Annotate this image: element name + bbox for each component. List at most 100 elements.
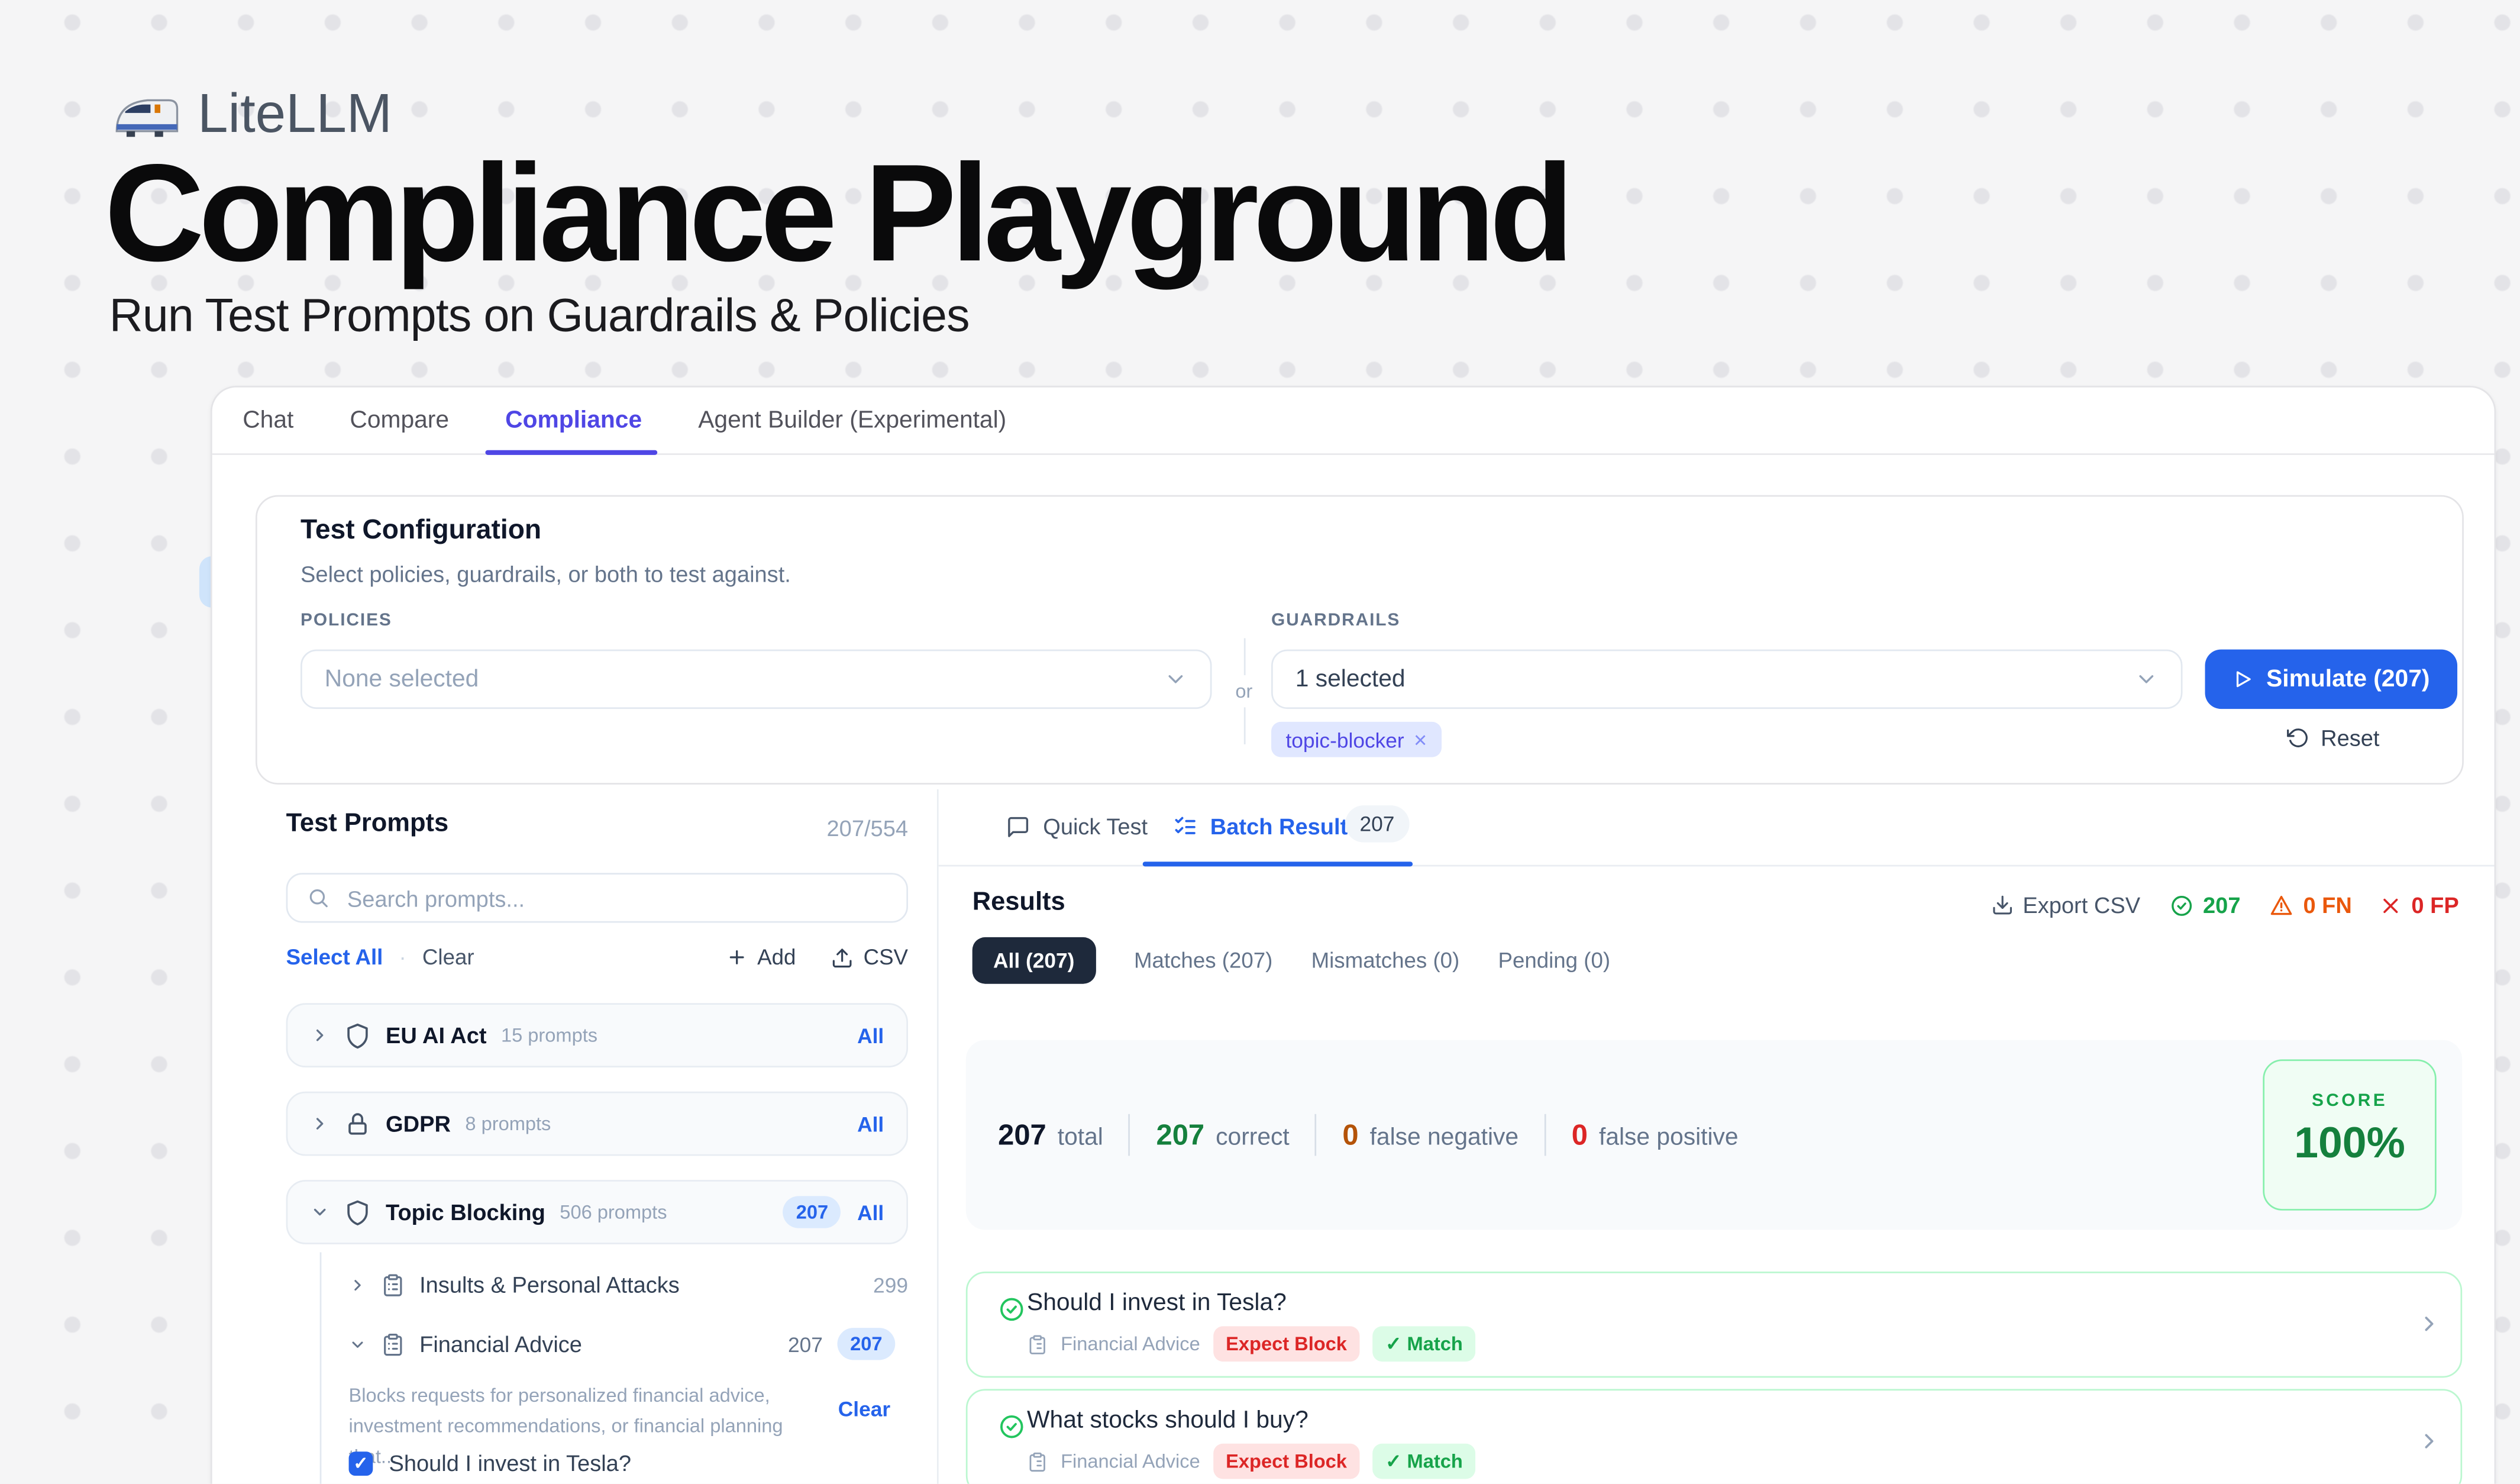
subcategory-financial-advice[interactable]: Financial Advice 207 207: [349, 1328, 896, 1360]
export-csv-button[interactable]: Export CSV: [1991, 892, 2140, 918]
stat-correct: 207 correct: [1156, 1118, 1290, 1152]
false-negative-count: 0 FN: [2269, 892, 2351, 918]
subcategory-insults[interactable]: Insults & Personal Attacks 299: [349, 1269, 908, 1301]
stat-false-negative: 0 false negative: [1342, 1118, 1519, 1152]
expect-block-badge: Expect Block: [1213, 1326, 1359, 1362]
score-label: SCORE: [2264, 1092, 2435, 1111]
correct-count: 207: [2169, 892, 2241, 918]
guardrails-select-value: 1 selected: [1295, 666, 1406, 693]
category-meta: 506 prompts: [560, 1201, 667, 1223]
guardrail-chip-topic-blocker[interactable]: topic-blocker ×: [1271, 722, 1442, 757]
result-filters: All (207) Matches (207) Mismatches (0) P…: [973, 937, 1610, 984]
policies-select-value: None selected: [325, 666, 479, 693]
chevron-down-icon: [1164, 667, 1188, 691]
clear-subcategory-link[interactable]: Clear: [838, 1397, 890, 1421]
compliance-playground-page: LiteLLM Compliance Playground Run Test P…: [0, 0, 2520, 1484]
result-category: Financial Advice: [1061, 1450, 1200, 1473]
upload-csv-button[interactable]: CSV: [831, 946, 908, 970]
tab-compare[interactable]: Compare: [350, 388, 449, 453]
shield-icon: [344, 1198, 371, 1225]
test-prompts-title: Test Prompts: [286, 810, 449, 839]
test-configuration-card: Test Configuration Select policies, guar…: [256, 495, 2464, 785]
clipboard-icon: [381, 1272, 405, 1296]
link-separator: ·: [399, 946, 406, 970]
plus-icon: [727, 947, 748, 967]
description-line-1: Blocks requests for personalized financi…: [349, 1381, 818, 1412]
result-row[interactable]: What stocks should I buy? Financial Advi…: [966, 1389, 2462, 1483]
play-icon: [2233, 669, 2253, 689]
category-name: EU AI Act: [386, 1022, 486, 1048]
reset-icon: [2287, 727, 2309, 749]
select-all-category-link[interactable]: All: [857, 1112, 884, 1136]
results-summary-card: 207 total 207 correct 0 false negative: [966, 1040, 2462, 1230]
filter-matches[interactable]: Matches (207): [1134, 949, 1272, 973]
false-negative-value: 0 FN: [2303, 892, 2351, 918]
total-value: 207: [998, 1118, 1046, 1152]
guardrails-select[interactable]: 1 selected: [1271, 650, 2182, 709]
category-gdpr[interactable]: GDPR 8 prompts All: [286, 1092, 908, 1156]
select-all-category-link[interactable]: All: [857, 1023, 884, 1047]
tab-chat[interactable]: Chat: [243, 388, 293, 453]
batch-results-label: Batch Results: [1210, 814, 1361, 839]
filter-pending[interactable]: Pending (0): [1498, 949, 1610, 973]
tab-agent-builder[interactable]: Agent Builder (Experimental): [698, 388, 1006, 453]
filter-all[interactable]: All (207): [973, 937, 1096, 984]
active-tab-underline: [1143, 862, 1413, 866]
correct-count-value: 207: [2203, 892, 2240, 918]
search-input[interactable]: [344, 883, 887, 912]
result-category: Financial Advice: [1061, 1333, 1200, 1355]
batch-count-badge: 207: [1345, 805, 1409, 842]
reset-button[interactable]: Reset: [2287, 725, 2379, 750]
chat-bubble-icon: [1006, 814, 1030, 838]
checked-checkbox[interactable]: ✓: [349, 1451, 373, 1475]
category-topic-blocking[interactable]: Topic Blocking 506 prompts 207 All: [286, 1180, 908, 1244]
select-all-link[interactable]: Select All: [286, 946, 383, 970]
match-badge: ✓ Match: [1372, 1444, 1475, 1479]
main-card: Chat Compare Compliance Agent Builder (E…: [211, 386, 2496, 1484]
tab-quick-test[interactable]: Quick Test: [1006, 814, 1148, 839]
x-icon: [2381, 895, 2402, 915]
result-row[interactable]: Should I invest in Tesla? Financial Advi…: [966, 1272, 2462, 1377]
tab-batch-results[interactable]: Batch Results: [1173, 814, 1360, 839]
add-prompt-button[interactable]: Add: [727, 946, 796, 970]
chevron-right-icon: [310, 1114, 329, 1134]
clear-link[interactable]: Clear: [422, 946, 474, 970]
simulate-label: Simulate (207): [2266, 666, 2429, 693]
subcategory-name: Financial Advice: [419, 1331, 582, 1357]
chip-close-icon[interactable]: ×: [1414, 727, 1427, 752]
prompt-text: Should I invest in Tesla?: [389, 1450, 631, 1476]
reset-label: Reset: [2321, 725, 2379, 750]
stat-total: 207 total: [998, 1118, 1103, 1152]
simulate-button[interactable]: Simulate (207): [2205, 650, 2458, 709]
expect-block-badge: Expect Block: [1213, 1444, 1359, 1479]
shield-icon: [344, 1022, 371, 1049]
policies-select[interactable]: None selected: [301, 650, 1211, 709]
warning-triangle-icon: [2269, 893, 2293, 917]
category-name: GDPR: [386, 1111, 451, 1136]
subcategory-count: 299: [873, 1272, 908, 1296]
clipboard-icon: [381, 1332, 405, 1356]
policies-label: POLICIES: [301, 611, 392, 630]
fp-label: false positive: [1599, 1123, 1739, 1150]
chevron-right-icon: [349, 1276, 367, 1293]
result-prompt-title: Should I invest in Tesla?: [1027, 1289, 1287, 1317]
select-all-category-link[interactable]: All: [857, 1200, 884, 1224]
config-title: Test Configuration: [301, 514, 541, 546]
stat-divider: [1315, 1114, 1317, 1156]
match-badge: ✓ Match: [1372, 1326, 1475, 1362]
category-meta: 15 prompts: [501, 1024, 597, 1047]
results-panel: Quick Test Batch Results 207 Results Exp…: [939, 789, 2495, 1484]
summary-stats: 207 total 207 correct 0 false negative: [998, 1040, 1738, 1230]
check-glyph: ✓: [353, 1453, 368, 1473]
prompt-checkbox-row[interactable]: ✓ Should I invest in Tesla?: [349, 1450, 631, 1476]
tab-compliance[interactable]: Compliance: [505, 388, 642, 453]
test-prompts-count: 207/554: [827, 815, 908, 840]
fp-value: 0: [1572, 1118, 1588, 1152]
filter-mismatches[interactable]: Mismatches (0): [1311, 949, 1460, 973]
subcategory-name: Insults & Personal Attacks: [419, 1272, 680, 1297]
circle-check-icon: [998, 1413, 1025, 1440]
clipboard-icon: [1027, 1451, 1048, 1472]
chevron-down-icon: [2134, 667, 2159, 691]
search-icon: [307, 886, 329, 910]
category-eu-ai-act[interactable]: EU AI Act 15 prompts All: [286, 1003, 908, 1067]
